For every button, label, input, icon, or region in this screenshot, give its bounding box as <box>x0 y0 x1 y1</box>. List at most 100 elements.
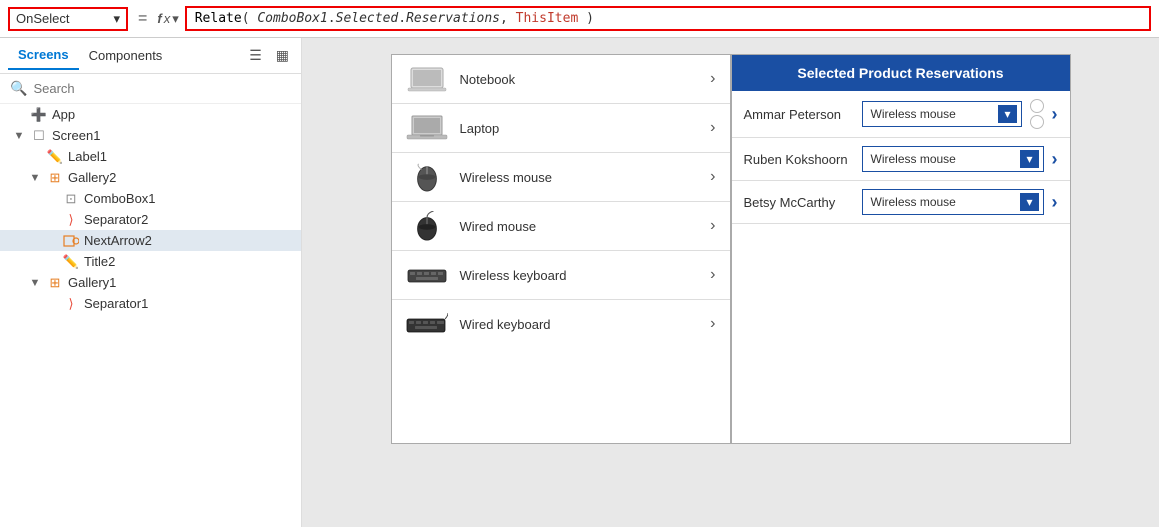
tree-label-gallery1: Gallery1 <box>68 275 116 290</box>
expander-gallery1[interactable]: ▼ <box>28 277 42 289</box>
wiredkeyboard-label: Wired keyboard <box>460 317 699 332</box>
formula-thisitem: ThisItem <box>516 11 579 26</box>
tab-screens[interactable]: Screens <box>8 41 79 70</box>
expander-nextarrow2 <box>44 235 58 247</box>
tree-item-screen1[interactable]: ▼ ☐ Screen1 <box>0 125 301 146</box>
gallery2-icon: ⊞ <box>46 171 64 185</box>
property-name: OnSelect <box>16 11 69 26</box>
product-item-wireless-keyboard[interactable]: Wireless keyboard › <box>392 251 730 300</box>
tree-item-label1[interactable]: ✏️ Label1 <box>0 146 301 167</box>
reservation-select-arrow-1[interactable]: ▾ <box>998 105 1016 123</box>
tree-label-separator2: Separator2 <box>84 212 148 227</box>
wiredmouse-image <box>406 210 448 242</box>
tree-item-title2[interactable]: ✏️ Title2 <box>0 251 301 272</box>
reservation-select-arrow-3[interactable]: ▾ <box>1020 193 1038 211</box>
product-item-wireless-mouse[interactable]: Wireless mouse › <box>392 153 730 202</box>
wiredkeyboard-image <box>406 308 448 340</box>
reservation-select-text-1: Wireless mouse <box>867 105 999 123</box>
tree-label-nextarrow2: NextArrow2 <box>84 233 152 248</box>
laptop-arrow: › <box>710 119 715 137</box>
label-icon: ✏️ <box>46 150 64 164</box>
notebook-arrow: › <box>710 70 715 88</box>
grid-view-icon[interactable]: ▦ <box>272 45 293 66</box>
reservation-chevron-3[interactable]: › <box>1052 192 1058 213</box>
gallery1-icon: ⊞ <box>46 276 64 290</box>
nav-circle-bot-1[interactable] <box>1030 115 1044 129</box>
tree-item-separator1[interactable]: ⟩ Separator1 <box>0 293 301 314</box>
title2-icon: ✏️ <box>62 255 80 269</box>
tree-label-gallery2: Gallery2 <box>68 170 116 185</box>
formula-input[interactable]: Relate( ComboBox1.Selected.Reservations,… <box>185 6 1151 31</box>
fx-label: f <box>157 11 161 26</box>
reservations-panel: Selected Product Reservations Ammar Pete… <box>731 54 1071 444</box>
property-selector[interactable]: OnSelect ▾ <box>8 7 128 31</box>
product-item-laptop[interactable]: Laptop › <box>392 104 730 153</box>
main-layout: Screens Components ☰ ▦ 🔍 ➕ App <box>0 38 1159 527</box>
reservation-row-3: Betsy McCarthy Wireless mouse ▾ › <box>732 181 1070 224</box>
tree-label-combobox1: ComboBox1 <box>84 191 156 206</box>
equals-sign: = <box>134 10 151 28</box>
reservation-row-1: Ammar Peterson Wireless mouse ▾ › <box>732 91 1070 138</box>
tree-item-combobox1[interactable]: ⊡ ComboBox1 <box>0 188 301 209</box>
reservation-name-2: Ruben Kokshoorn <box>744 152 854 167</box>
wkeyboard-image <box>406 259 448 291</box>
wiredmouse-arrow: › <box>710 217 715 235</box>
nextarrow2-icon <box>62 234 80 248</box>
formula-fn-relate: Relate <box>195 11 242 26</box>
wiredkeyboard-arrow: › <box>710 315 715 333</box>
reservation-select-1[interactable]: Wireless mouse ▾ <box>862 101 1022 127</box>
tabs-row: Screens Components ☰ ▦ <box>0 38 301 74</box>
expander-separator2 <box>44 214 58 226</box>
tree-item-separator2[interactable]: ⟩ Separator2 <box>0 209 301 230</box>
product-item-wired-mouse[interactable]: Wired mouse › <box>392 202 730 251</box>
reservations-header: Selected Product Reservations <box>732 55 1070 91</box>
expander-label1 <box>28 151 42 163</box>
tree-label-separator1: Separator1 <box>84 296 148 311</box>
expander-screen1[interactable]: ▼ <box>12 130 26 142</box>
reservation-chevron-2[interactable]: › <box>1052 149 1058 170</box>
wmouse-label: Wireless mouse <box>460 170 699 185</box>
tree-item-app[interactable]: ➕ App <box>0 104 301 125</box>
property-dropdown-arrow: ▾ <box>113 11 120 27</box>
screen-icon: ☐ <box>30 129 48 143</box>
reservation-name-3: Betsy McCarthy <box>744 195 854 210</box>
reservation-select-arrow-2[interactable]: ▾ <box>1020 150 1038 168</box>
combobox1-icon: ⊡ <box>62 192 80 206</box>
notebook-label: Notebook <box>460 72 699 87</box>
search-input[interactable] <box>33 81 291 96</box>
search-icon: 🔍 <box>10 80 27 97</box>
reservation-row-2: Ruben Kokshoorn Wireless mouse ▾ › <box>732 138 1070 181</box>
formula-bar: OnSelect ▾ = fx ▾ Relate( ComboBox1.Sele… <box>0 0 1159 38</box>
reservation-select-3[interactable]: Wireless mouse ▾ <box>862 189 1044 215</box>
tree-label-screen1: Screen1 <box>52 128 100 143</box>
formula-selected: Selected <box>336 11 399 26</box>
expander-gallery2[interactable]: ▼ <box>28 172 42 184</box>
wkeyboard-arrow: › <box>710 266 715 284</box>
wiredmouse-label: Wired mouse <box>460 219 699 234</box>
laptop-image <box>406 112 448 144</box>
tree-item-gallery2[interactable]: ▼ ⊞ Gallery2 <box>0 167 301 188</box>
product-item-wired-keyboard[interactable]: Wired keyboard › <box>392 300 730 348</box>
tree-label-label1: Label1 <box>68 149 107 164</box>
reservation-chevron-1[interactable]: › <box>1052 104 1058 125</box>
left-panel: Screens Components ☰ ▦ 🔍 ➕ App <box>0 38 302 527</box>
fx-button[interactable]: fx ▾ <box>157 11 178 27</box>
formula-combobox: ComboBox1 <box>257 11 327 26</box>
reservation-select-text-3: Wireless mouse <box>867 193 1021 211</box>
laptop-label: Laptop <box>460 121 699 136</box>
nav-circle-top-1[interactable] <box>1030 99 1044 113</box>
tree-item-nextarrow2[interactable]: NextArrow2 <box>0 230 301 251</box>
app-icon: ➕ <box>30 108 48 122</box>
expander-title2 <box>44 256 58 268</box>
product-item-notebook[interactable]: Notebook › <box>392 55 730 104</box>
reservation-select-2[interactable]: Wireless mouse ▾ <box>862 146 1044 172</box>
tab-components[interactable]: Components <box>79 42 173 69</box>
list-view-icon[interactable]: ☰ <box>245 45 266 66</box>
expander-separator1 <box>44 298 58 310</box>
right-content: Notebook › Laptop › <box>302 38 1159 527</box>
tree-item-gallery1[interactable]: ▼ ⊞ Gallery1 <box>0 272 301 293</box>
tree-label-title2: Title2 <box>84 254 115 269</box>
notebook-image <box>406 63 448 95</box>
reservation-select-text-2: Wireless mouse <box>867 150 1021 168</box>
tab-icons: ☰ ▦ <box>245 45 293 66</box>
